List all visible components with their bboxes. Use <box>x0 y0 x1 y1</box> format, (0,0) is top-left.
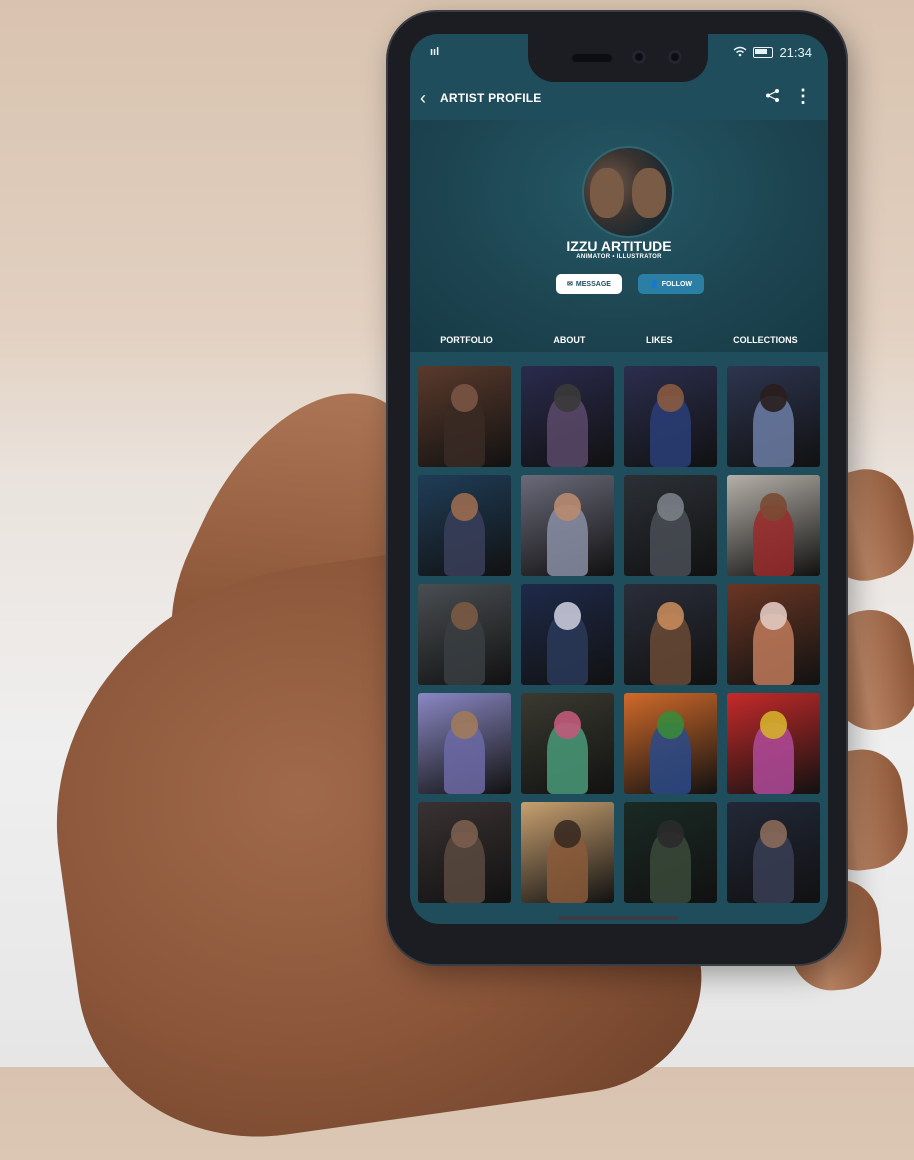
portfolio-tile[interactable] <box>418 475 511 576</box>
portfolio-tile[interactable] <box>521 366 614 467</box>
portfolio-tile[interactable] <box>418 802 511 903</box>
tab-likes[interactable]: LIKES <box>646 335 673 345</box>
artwork-head <box>657 711 684 740</box>
clock: 21:34 <box>779 45 812 60</box>
avatar[interactable] <box>582 146 674 238</box>
mail-icon: ✉ <box>567 281 573 288</box>
portfolio-tile[interactable] <box>521 693 614 794</box>
portfolio-tile[interactable] <box>521 475 614 576</box>
follow-button[interactable]: 👤 FOLLOW <box>638 274 704 294</box>
avatar-face <box>590 168 624 218</box>
signal-icon: ııl <box>430 46 440 58</box>
portfolio-tile[interactable] <box>727 802 820 903</box>
artwork-head <box>451 493 478 522</box>
portfolio-tile[interactable] <box>624 802 717 903</box>
portfolio-grid <box>418 366 820 903</box>
battery-icon <box>753 47 774 58</box>
portfolio-tile[interactable] <box>624 475 717 576</box>
phone-screen: ııl 21:34 ‹ ARTIST PROFILE ⋮ IZZU ARTITU… <box>410 34 828 924</box>
avatar-face <box>632 168 666 218</box>
app-bar: ‹ ARTIST PROFILE ⋮ <box>410 80 828 120</box>
portfolio-tile[interactable] <box>727 366 820 467</box>
portfolio-tile[interactable] <box>727 693 820 794</box>
artwork-head <box>760 384 787 413</box>
portfolio-tile[interactable] <box>727 475 820 576</box>
portfolio-tile[interactable] <box>521 584 614 685</box>
artwork-head <box>760 493 787 522</box>
tab-about[interactable]: ABOUT <box>553 335 585 345</box>
tab-portfolio[interactable]: PORTFOLIO <box>440 335 493 345</box>
more-vert-icon[interactable]: ⋮ <box>794 86 812 107</box>
profile-tabs: PORTFOLIO ABOUT LIKES COLLECTIONS <box>410 326 828 354</box>
home-indicator <box>558 916 678 920</box>
message-button-label: MESSAGE <box>575 280 611 288</box>
phone-device: ııl 21:34 ‹ ARTIST PROFILE ⋮ IZZU ARTITU… <box>388 12 846 964</box>
artwork-head <box>554 820 581 849</box>
share-icon[interactable] <box>765 88 780 108</box>
back-chevron-icon[interactable]: ‹ <box>420 88 426 109</box>
artwork-head <box>554 711 581 740</box>
tab-collections[interactable]: COLLECTIONS <box>733 335 798 345</box>
follow-button-label: FOLLOW <box>661 280 693 288</box>
artist-name: IZZU ARTITUDE <box>566 238 672 254</box>
background-scene: ııl 21:34 ‹ ARTIST PROFILE ⋮ IZZU ARTITU… <box>0 0 914 1160</box>
speaker-grille <box>572 54 612 62</box>
portfolio-tile[interactable] <box>624 584 717 685</box>
add-user-icon: 👤 <box>649 281 659 288</box>
front-camera-icon <box>632 50 646 64</box>
portfolio-tile[interactable] <box>624 693 717 794</box>
artwork-head <box>554 602 581 631</box>
front-camera-icon <box>668 50 682 64</box>
artwork-head <box>451 602 478 631</box>
portfolio-tile[interactable] <box>418 693 511 794</box>
wifi-icon <box>733 45 747 60</box>
phone-notch <box>528 34 708 82</box>
portfolio-tile[interactable] <box>727 584 820 685</box>
portfolio-tile[interactable] <box>418 584 511 685</box>
artwork-head <box>657 602 684 631</box>
artwork-head <box>760 820 787 849</box>
artwork-head <box>657 493 684 522</box>
message-button[interactable]: ✉ MESSAGE <box>556 274 622 294</box>
artwork-head <box>760 711 787 740</box>
artwork-head <box>554 384 581 413</box>
artwork-head <box>451 384 478 413</box>
artwork-head <box>657 384 684 413</box>
portfolio-tile[interactable] <box>624 366 717 467</box>
profile-header: IZZU ARTITUDE ANIMATOR • ILLUSTRATOR ✉ M… <box>410 120 828 352</box>
page-title: ARTIST PROFILE <box>440 91 542 105</box>
artwork-head <box>451 820 478 849</box>
portfolio-tile[interactable] <box>521 802 614 903</box>
artwork-head <box>554 493 581 522</box>
artist-role: ANIMATOR • ILLUSTRATOR <box>576 254 662 260</box>
artwork-head <box>657 820 684 849</box>
artwork-head <box>760 602 787 631</box>
artwork-head <box>451 711 478 740</box>
portfolio-tile[interactable] <box>418 366 511 467</box>
